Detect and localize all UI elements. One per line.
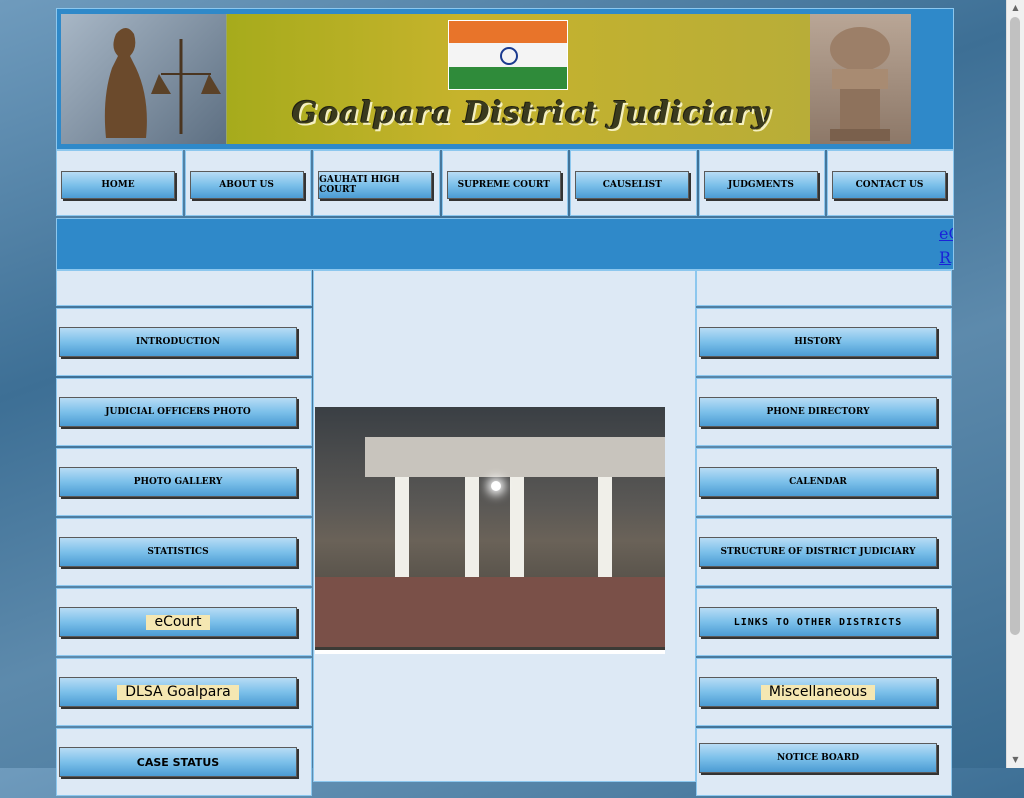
- nav-cell-about: ABOUT US: [184, 150, 312, 216]
- introduction-button[interactable]: INTRODUCTION: [59, 327, 297, 357]
- nav-about-us-button[interactable]: ABOUT US: [189, 171, 304, 199]
- left-menu: INTRODUCTION JUDICIAL OFFICERS PHOTO PHO…: [56, 270, 312, 798]
- judicial-officers-photo-button[interactable]: JUDICIAL OFFICERS PHOTO: [59, 397, 297, 427]
- left-menu-cell: eCourt: [56, 588, 312, 656]
- scroll-up-arrow-icon[interactable]: ▲: [1007, 0, 1024, 16]
- nav-cell-high-court: GAUHATI HIGH COURT: [313, 150, 440, 216]
- left-menu-cell: JUDICIAL OFFICERS PHOTO: [56, 378, 312, 446]
- miscellaneous-label: Miscellaneous: [760, 684, 876, 700]
- header-banner: Goalpara District Judiciary: [56, 8, 954, 150]
- history-button[interactable]: HISTORY: [699, 327, 937, 357]
- site-title: Goalpara District Judiciary: [291, 96, 771, 131]
- dlsa-goalpara-label: DLSA Goalpara: [117, 684, 239, 700]
- calendar-button[interactable]: CALENDAR: [699, 467, 937, 497]
- left-menu-cell: DLSA Goalpara: [56, 658, 312, 726]
- vertical-scrollbar[interactable]: ▲ ▼: [1006, 0, 1024, 768]
- scrollbar-thumb[interactable]: [1010, 17, 1020, 635]
- ticker-link-1[interactable]: eC: [939, 224, 953, 243]
- nav-causelist-button[interactable]: CAUSELIST: [575, 171, 690, 199]
- links-to-other-districts-button[interactable]: LINKS TO OTHER DISTRICTS: [699, 607, 937, 637]
- top-navigation: HOME ABOUT US GAUHATI HIGH COURT SUPREME…: [56, 150, 955, 216]
- left-menu-cell: STATISTICS: [56, 518, 312, 586]
- nav-cell-home: HOME: [56, 150, 183, 216]
- right-menu-cell: CALENDAR: [696, 448, 952, 516]
- lion-capital-emblem-image: [810, 14, 911, 144]
- scroll-down-arrow-icon[interactable]: ▼: [1007, 752, 1024, 768]
- photo-gallery-button[interactable]: PHOTO GALLERY: [59, 467, 297, 497]
- ecourt-label: eCourt: [146, 614, 210, 630]
- lady-justice-image: [61, 14, 226, 144]
- right-menu-cell: Miscellaneous: [696, 658, 952, 726]
- nav-cell-judgments: JUDGMENTS: [698, 150, 826, 216]
- nav-cell-supreme-court: SUPREME COURT: [441, 150, 569, 216]
- right-menu-cell: NOTICE BOARD: [696, 728, 952, 796]
- dlsa-goalpara-button[interactable]: DLSA Goalpara: [59, 677, 297, 707]
- right-menu-cell: PHONE DIRECTORY: [696, 378, 952, 446]
- nav-contact-us-button[interactable]: CONTACT US: [832, 171, 947, 199]
- right-menu: HISTORY PHONE DIRECTORY CALENDAR STRUCTU…: [696, 270, 952, 798]
- right-menu-cell: STRUCTURE OF DISTRICT JUDICIARY: [696, 518, 952, 586]
- center-content: [313, 270, 696, 782]
- case-status-button[interactable]: CASE STATUS: [59, 747, 297, 777]
- news-ticker: eC R: [56, 218, 954, 270]
- ecourt-button[interactable]: eCourt: [59, 607, 297, 637]
- phone-directory-button[interactable]: PHONE DIRECTORY: [699, 397, 937, 427]
- nav-gauhati-high-court-button[interactable]: GAUHATI HIGH COURT: [318, 171, 433, 199]
- nav-home-button[interactable]: HOME: [61, 171, 175, 199]
- right-menu-cell: HISTORY: [696, 308, 952, 376]
- nav-supreme-court-button[interactable]: SUPREME COURT: [446, 171, 561, 199]
- case-status-label: CASE STATUS: [136, 755, 220, 769]
- notice-board-button[interactable]: NOTICE BOARD: [699, 743, 937, 773]
- links-to-other-districts-label: LINKS TO OTHER DISTRICTS: [733, 616, 903, 628]
- left-menu-spacer: [56, 270, 312, 306]
- structure-of-district-judiciary-button[interactable]: STRUCTURE OF DISTRICT JUDICIARY: [699, 537, 937, 567]
- statistics-button[interactable]: STATISTICS: [59, 537, 297, 567]
- nav-cell-causelist: CAUSELIST: [570, 150, 697, 216]
- right-menu-spacer: [696, 270, 952, 306]
- court-building-photo: [315, 407, 665, 654]
- left-menu-cell: PHOTO GALLERY: [56, 448, 312, 516]
- left-menu-cell: CASE STATUS: [56, 728, 312, 796]
- left-menu-cell: INTRODUCTION: [56, 308, 312, 376]
- ticker-link-2[interactable]: R: [939, 248, 951, 267]
- banner-image: Goalpara District Judiciary: [61, 14, 911, 144]
- miscellaneous-button[interactable]: Miscellaneous: [699, 677, 937, 707]
- nav-judgments-button[interactable]: JUDGMENTS: [703, 171, 818, 199]
- india-flag-image: [448, 20, 568, 90]
- nav-cell-contact: CONTACT US: [827, 150, 955, 216]
- right-menu-cell: LINKS TO OTHER DISTRICTS: [696, 588, 952, 656]
